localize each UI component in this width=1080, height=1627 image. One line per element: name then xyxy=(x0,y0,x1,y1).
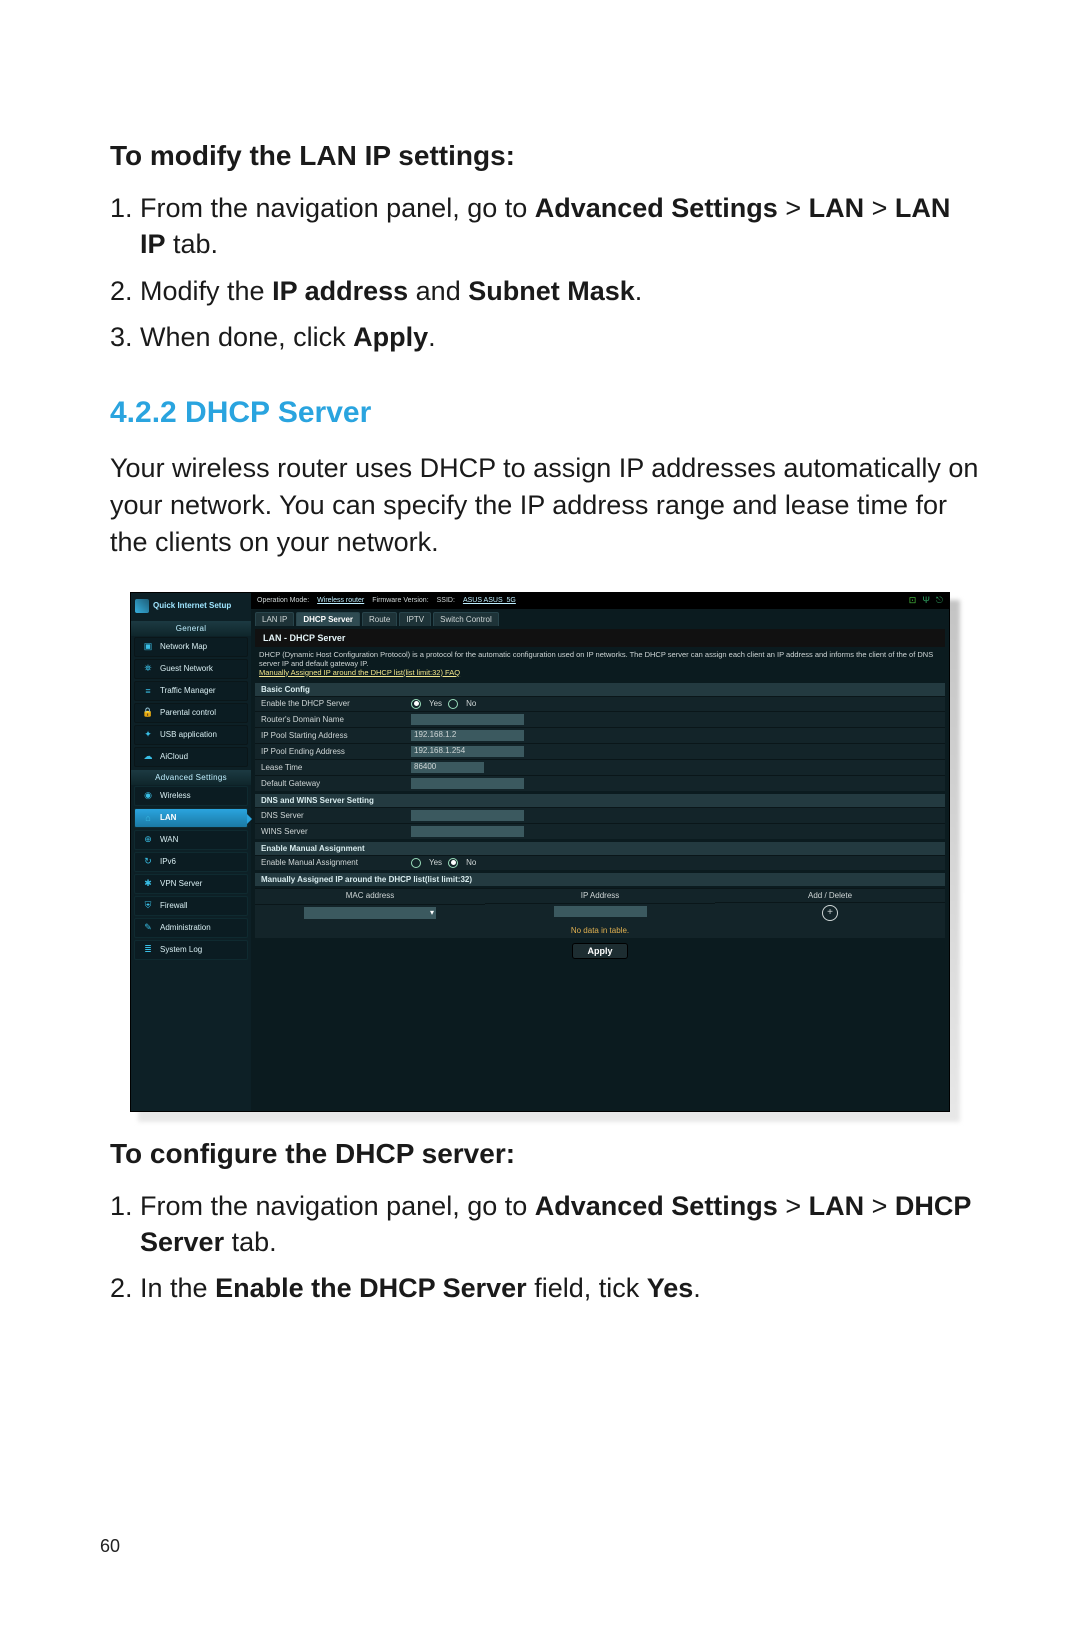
row-dns-server: DNS Server xyxy=(255,807,945,823)
traffic-icon: ≡ xyxy=(141,685,155,697)
cloud-icon: ☁ xyxy=(141,751,155,763)
wand-icon xyxy=(135,599,149,613)
sidebar-header-general: General xyxy=(131,621,251,636)
sidebar-item-traffic-manager[interactable]: ≡Traffic Manager xyxy=(134,681,248,701)
ssid-link[interactable]: ASUS ASUS_5G xyxy=(463,597,516,604)
add-button[interactable]: + xyxy=(822,905,838,921)
map-icon: ▣ xyxy=(141,641,155,653)
tab-dhcp-server[interactable]: DHCP Server xyxy=(296,612,360,626)
op-mode-link[interactable]: Wireless router xyxy=(317,597,364,604)
apply-button[interactable]: Apply xyxy=(572,943,627,959)
vpn-icon: ✱ xyxy=(141,878,155,890)
radio-manual-no[interactable] xyxy=(448,858,458,868)
tab-lan-ip[interactable]: LAN IP xyxy=(255,612,294,626)
usb-icon: ✦ xyxy=(141,729,155,741)
dhcp-table-header: MAC address IP Address Add / Delete xyxy=(255,888,945,902)
ipv6-icon: ↻ xyxy=(141,856,155,868)
input-lease-time[interactable]: 86400 xyxy=(411,762,484,773)
no-data-message: No data in table. xyxy=(255,923,945,938)
sidebar-item-wan[interactable]: ⊕WAN xyxy=(134,830,248,850)
house-icon: ⌂ xyxy=(141,812,155,824)
sidebar-item-system-log[interactable]: ≣System Log xyxy=(134,940,248,960)
step-1: From the navigation panel, go to Advance… xyxy=(140,190,980,263)
row-ip-start: IP Pool Starting Address 192.168.1.2 xyxy=(255,727,945,743)
tab-switch-control[interactable]: Switch Control xyxy=(433,612,499,626)
input-default-gateway[interactable] xyxy=(411,778,524,789)
wifi-icon: ◉ xyxy=(141,790,155,802)
step-3: When done, click Apply. xyxy=(140,319,980,355)
sidebar-item-network-map[interactable]: ▣Network Map xyxy=(134,637,248,657)
intro-paragraph: Your wireless router uses DHCP to assign… xyxy=(110,450,980,562)
input-ip-address[interactable] xyxy=(554,906,647,917)
heading-modify-lan-ip: To modify the LAN IP settings: xyxy=(110,140,980,172)
admin-icon: ✎ xyxy=(141,922,155,934)
row-default-gateway: Default Gateway xyxy=(255,775,945,791)
heading-configure-dhcp: To configure the DHCP server: xyxy=(110,1138,980,1170)
page-number: 60 xyxy=(100,1536,120,1557)
sidebar-item-vpn-server[interactable]: ✱VPN Server xyxy=(134,874,248,894)
lan-tabs: LAN IP DHCP Server Route IPTV Switch Con… xyxy=(251,609,949,626)
section-manual-assignment: Enable Manual Assignment xyxy=(255,842,945,855)
usb-status-icon: ⊡ xyxy=(909,595,917,606)
steps-configure-dhcp: From the navigation panel, go to Advance… xyxy=(110,1188,980,1307)
sidebar-item-wireless[interactable]: ◉Wireless xyxy=(134,786,248,806)
tab-route[interactable]: Route xyxy=(362,612,397,626)
sidebar-item-administration[interactable]: ✎Administration xyxy=(134,918,248,938)
row-enable-dhcp: Enable the DHCP Server Yes No xyxy=(255,696,945,711)
globe-icon: ⊕ xyxy=(141,834,155,846)
sidebar-item-ipv6[interactable]: ↻IPv6 xyxy=(134,852,248,872)
dhcp-table-input-row: + xyxy=(255,902,945,923)
router-topbar: Operation Mode: Wireless router Firmware… xyxy=(251,593,949,609)
router-screenshot: Quick Internet Setup General ▣Network Ma… xyxy=(130,592,950,1112)
guest-icon: ⛯ xyxy=(141,663,155,675)
row-enable-manual: Enable Manual Assignment Yes No xyxy=(255,855,945,870)
tab-iptv[interactable]: IPTV xyxy=(399,612,431,626)
shield-icon: ⛨ xyxy=(141,900,155,912)
sidebar-header-advanced: Advanced Settings xyxy=(131,770,251,785)
input-domain-name[interactable] xyxy=(411,714,524,725)
faq-link[interactable]: Manually Assigned IP around the DHCP lis… xyxy=(259,668,460,677)
link-status-icon: ⎋ xyxy=(936,595,943,606)
sidebar-item-guest-network[interactable]: ⛯Guest Network xyxy=(134,659,248,679)
step-2: In the Enable the DHCP Server field, tic… xyxy=(140,1270,980,1306)
step-1: From the navigation panel, go to Advance… xyxy=(140,1188,980,1261)
section-dhcp-list: Manually Assigned IP around the DHCP lis… xyxy=(255,873,945,886)
row-wins-server: WINS Server xyxy=(255,823,945,839)
mac-dropdown[interactable] xyxy=(304,907,436,919)
sidebar-item-lan[interactable]: ⌂LAN xyxy=(134,808,248,828)
sidebar-item-usb-application[interactable]: ✦USB application xyxy=(134,725,248,745)
quick-internet-setup[interactable]: Quick Internet Setup xyxy=(131,593,251,619)
radio-no[interactable] xyxy=(448,699,458,709)
radio-manual-yes[interactable] xyxy=(411,858,421,868)
input-ip-end[interactable]: 192.168.1.254 xyxy=(411,746,524,757)
input-wins-server[interactable] xyxy=(411,826,524,837)
input-dns-server[interactable] xyxy=(411,810,524,821)
sidebar-item-aicloud[interactable]: ☁AiCloud xyxy=(134,747,248,767)
input-ip-start[interactable]: 192.168.1.2 xyxy=(411,730,524,741)
row-lease-time: Lease Time 86400 xyxy=(255,759,945,775)
log-icon: ≣ xyxy=(141,944,155,956)
row-domain-name: Router's Domain Name xyxy=(255,711,945,727)
steps-modify-lan-ip: From the navigation panel, go to Advance… xyxy=(110,190,980,356)
sidebar-item-parental-control[interactable]: 🔒Parental control xyxy=(134,703,248,723)
panel-description: DHCP (Dynamic Host Configuration Protoco… xyxy=(251,647,949,680)
section-heading-dhcp: 4.2.2 DHCP Server xyxy=(110,396,980,430)
section-basic-config: Basic Config xyxy=(255,683,945,696)
router-sidebar: Quick Internet Setup General ▣Network Ma… xyxy=(131,593,251,1111)
panel-title: LAN - DHCP Server xyxy=(255,629,945,647)
sidebar-item-firewall[interactable]: ⛨Firewall xyxy=(134,896,248,916)
router-main: Operation Mode: Wireless router Firmware… xyxy=(251,593,949,1111)
section-dns-wins: DNS and WINS Server Setting xyxy=(255,794,945,807)
radio-yes[interactable] xyxy=(411,699,421,709)
row-ip-end: IP Pool Ending Address 192.168.1.254 xyxy=(255,743,945,759)
lock-icon: 🔒 xyxy=(141,707,155,719)
step-2: Modify the IP address and Subnet Mask. xyxy=(140,273,980,309)
